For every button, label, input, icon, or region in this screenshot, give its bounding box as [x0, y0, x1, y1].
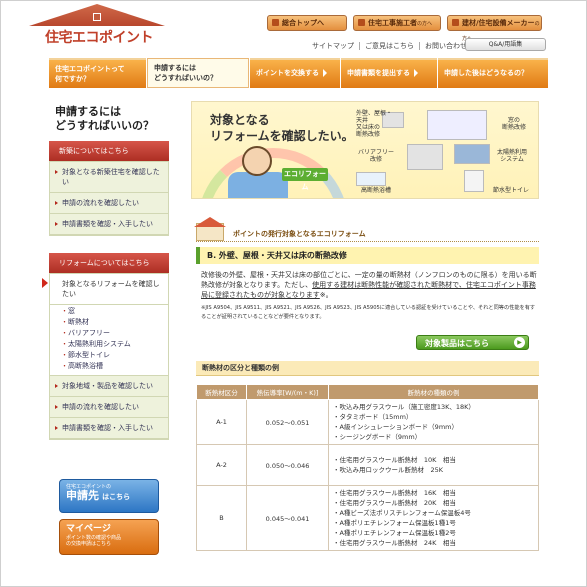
tab-how-to-apply[interactable]: 申請するには どうすればいいの？: [147, 58, 249, 88]
example-item: ・住宅用グラスウール断熱材 16K 相当: [333, 489, 456, 497]
main-nav-tabs: 住宅エコポイントって 何ですか？ 申請するには どうすればいいの？ ポイントを交…: [49, 58, 549, 88]
row-conductivity: 0.052〜0.051: [246, 399, 329, 445]
feedback-link[interactable]: ご意見はこちら: [360, 42, 420, 50]
section-note: ※JIS A9504、JIS A9511、JIS A9521、JIS A9526…: [201, 305, 536, 320]
table-header-examples: 断熱材の種類の例: [328, 384, 539, 400]
example-item: ・住宅用グラスウール断熱材 10K 相当: [333, 456, 456, 464]
banner-cell-barrier-free[interactable]: バリアフリー 改修: [356, 149, 396, 163]
table-header-class: 断熱材区分: [196, 384, 247, 400]
sidebar-reform: リフォームについてはこちら 対象となるリフォームを確認したい 窓 断熱材 バリア…: [42, 253, 169, 440]
apply-button-suffix: はこちら: [102, 493, 131, 501]
logo-window-icon: [93, 13, 101, 21]
eco-reform-badge: エコリフォーム: [282, 168, 328, 191]
tab-arrow-icon: [323, 69, 327, 77]
sidebar-item-new-target[interactable]: 対象となる新築住宅を確認したい: [50, 162, 168, 193]
example-item: ・A種ポリエチレンフォーム保温板1種2号: [333, 529, 456, 537]
tab-after-apply[interactable]: 申請した後はどうなるの？: [438, 58, 548, 88]
handrail-icon: [407, 144, 443, 170]
row-conductivity: 0.050〜0.046: [246, 444, 329, 486]
banner-cell-wall[interactable]: 外壁、屋根・天井 又は床の 断熱改修: [356, 110, 392, 138]
example-item: ・吹込み用ロックウール断熱材 25K: [333, 466, 444, 474]
table-title: 断熱材の区分と種類の例: [196, 361, 539, 376]
example-item: ・A種ビーズ法ポリスチレンフォーム保温板4号: [333, 509, 471, 517]
row-examples: ・住宅用グラスウール断熱材 16K 相当 ・住宅用グラスウール断熱材 20K 相…: [328, 485, 539, 551]
example-item: ・住宅用グラスウール断熱材 20K 相当: [333, 499, 456, 507]
section-body-tail: ※。: [319, 291, 333, 299]
row-conductivity: 0.045〜0.041: [246, 485, 329, 551]
top-button-home[interactable]: 総合トップへ: [267, 15, 347, 31]
sidebar-sub-barrier-free[interactable]: バリアフリー: [61, 328, 162, 339]
header-links: サイトマップ ご意見はこちら お問い合わせ先: [307, 41, 479, 51]
sidebar-sub-window[interactable]: 窓: [61, 306, 162, 317]
sidebar-sub-insulation[interactable]: 断熱材: [61, 317, 162, 328]
sidebar-item-reform-target[interactable]: 対象となるリフォームを確認したい: [42, 274, 168, 305]
tab-what-is[interactable]: 住宅エコポイントって 何ですか？: [49, 58, 146, 88]
banner-cell-solar[interactable]: 太陽熱利用 システム: [488, 149, 536, 163]
house-icon: [194, 217, 230, 241]
table-row: A-1 0.052〜0.051 ・吹込み用グラスウール（施工密度13K、18K）…: [196, 399, 539, 445]
sidebar-head-reform: リフォームについてはこちら: [49, 253, 169, 273]
site-logo[interactable]: 住宅エコポイント: [45, 27, 154, 47]
banner-title: 対象となる リフォームを確認したい。: [210, 113, 354, 143]
example-item: ・シージングボード（9mm）: [333, 433, 422, 441]
section-breadcrumb: ポイントの発行対象となるエコリフォーム: [233, 230, 366, 238]
person-face-illustration: [242, 146, 272, 176]
example-item: ・吹込み用グラスウール（施工密度13K、18K）: [333, 403, 475, 411]
example-item: ・A種ポリエチレンフォーム保温板1種1号: [333, 519, 456, 527]
sidebar-sub-solar[interactable]: 太陽熱利用システム: [61, 339, 162, 350]
sidebar-sub-bathtub[interactable]: 高断熱浴槽: [61, 361, 162, 372]
sidebar-head-new-build: 新築についてはこちら: [49, 141, 169, 161]
banner-cell-window[interactable]: 窓の 断熱改修: [492, 117, 536, 131]
banner-cell-toilet[interactable]: 節水型トイレ: [486, 187, 536, 194]
example-item: ・A級インシュレーションボード（9mm）: [333, 423, 458, 431]
tab-arrow-icon: [414, 69, 418, 77]
section-heading: B. 外壁、屋根・天井又は床の断熱改修: [196, 247, 539, 264]
row-class: A-1: [196, 399, 247, 445]
bathtub-icon: [356, 172, 386, 186]
sidebar-item-reform-documents[interactable]: 申請書類を確認・入手したい: [50, 418, 168, 439]
dotted-divider: [196, 241, 539, 242]
top-button-contractor[interactable]: 住宅工事施工者の方へ: [353, 15, 441, 31]
table-row: B 0.045〜0.041 ・住宅用グラスウール断熱材 16K 相当 ・住宅用グ…: [196, 485, 539, 551]
window-icon: [427, 110, 487, 140]
toilet-icon: [464, 170, 484, 192]
top-button-maker[interactable]: 建材/住宅設備メーカーの方へ: [447, 15, 542, 42]
example-item: ・タタミボード（15mm）: [333, 413, 413, 421]
insulation-table: 断熱材区分 熱伝導率[W/(m・K)] 断熱材の種類の例 A-1 0.052〜0…: [196, 384, 539, 551]
sidebar-item-region-products[interactable]: 対象地域・製品を確認したい: [50, 376, 168, 397]
tab-exchange-points[interactable]: ポイントを交換する: [250, 58, 340, 88]
banner-cell-bathtub[interactable]: 高断熱浴槽: [352, 187, 400, 194]
row-class: B: [196, 485, 247, 551]
mypage-label: マイページ: [66, 524, 111, 534]
sidebar-item-new-documents[interactable]: 申請書類を確認・入手したい: [50, 214, 168, 235]
row-class: A-2: [196, 444, 247, 486]
table-header-conductivity: 熱伝導率[W/(m・K)]: [246, 384, 329, 400]
row-examples: ・吹込み用グラスウール（施工密度13K、18K） ・タタミボード（15mm） ・…: [328, 399, 539, 445]
table-row: A-2 0.050〜0.046 ・住宅用グラスウール断熱材 10K 相当 ・吹込…: [196, 444, 539, 486]
example-item: ・住宅用グラスウール断熱材 24K 相当: [333, 539, 456, 547]
row-examples: ・住宅用グラスウール断熱材 10K 相当 ・吹込み用ロックウール断熱材 25K: [328, 444, 539, 486]
sidebar-sub-list: 窓 断熱材 バリアフリー 太陽熱利用システム 節水型トイレ 高断熱浴槽: [50, 305, 168, 376]
sidebar-item-new-flow[interactable]: 申請の流れを確認したい: [50, 193, 168, 214]
mypage-caption-2: の交換申請はこちら: [66, 541, 112, 547]
sidebar-title: 申請するには どうすればいいの？: [55, 105, 154, 132]
section-body: 改修後の外壁、屋根・天井又は床の部位ごとに、一定の量の断熱材（ノンフロンのものに…: [201, 270, 537, 300]
sidebar-new-build: 新築についてはこちら 対象となる新築住宅を確認したい 申請の流れを確認したい 申…: [49, 141, 169, 236]
mypage-button[interactable]: マイページ ポイント数の確認や商品 の交換申請はこちら: [59, 519, 159, 555]
sitemap-link[interactable]: サイトマップ: [307, 42, 360, 50]
page-frame: 住宅エコポイント 総合トップへ 住宅工事施工者の方へ 建材/住宅設備メーカーの方…: [0, 0, 587, 587]
sidebar-item-reform-flow[interactable]: 申請の流れを確認したい: [50, 397, 168, 418]
solar-panel-icon: [454, 144, 490, 164]
target-products-button[interactable]: 対象製品はこちら: [416, 335, 529, 350]
apply-button-label: 申請先: [66, 489, 99, 502]
tab-submit-documents[interactable]: 申請書類を提出する: [341, 58, 437, 88]
person-body-illustration: [228, 172, 288, 198]
reform-banner: 対象となる リフォームを確認したい。 エコリフォーム 外壁、屋根・天井 又は床の…: [191, 101, 539, 199]
qa-glossary-button[interactable]: Q&A/用語集: [465, 38, 546, 51]
sidebar-sub-toilet[interactable]: 節水型トイレ: [61, 350, 162, 361]
apply-destination-button[interactable]: 住宅エコポイントの 申請先 はこちら: [59, 479, 159, 513]
